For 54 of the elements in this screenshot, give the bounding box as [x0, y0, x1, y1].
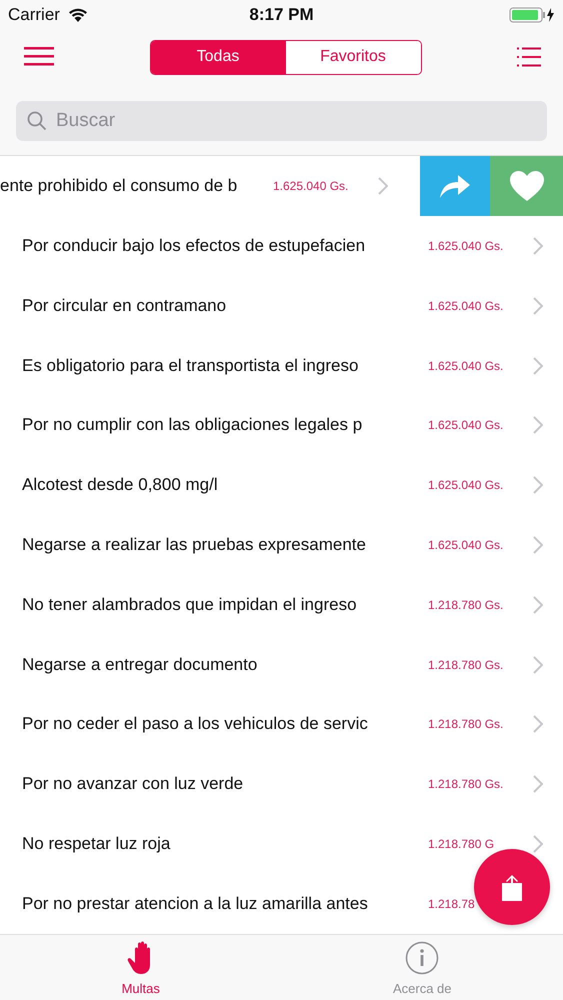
- chevron-icon: [533, 775, 543, 794]
- fine-amount: 1.218.780 G: [428, 836, 496, 851]
- fine-amount: 1.625.040 Gs.: [428, 418, 504, 432]
- segment-tab[interactable]: Todas: [150, 40, 286, 74]
- fine-title: Es obligatorio para el transportista el ingreso: [22, 356, 360, 376]
- chevron-icon: [378, 177, 388, 196]
- fine-title: Por no cumplir con las obligaciones legales p: [22, 415, 364, 436]
- chevron-icon: [533, 596, 543, 614]
- fine-title: No tener alambrados que impidan el ingreso: [22, 594, 358, 615]
- heart-icon: [508, 170, 544, 202]
- segment-tab[interactable]: Favoritos: [286, 40, 420, 74]
- fine-amount: 1.625.040 Gs.: [428, 478, 504, 492]
- fine-title: Por conducir bajo los efectos de estupefacien: [22, 236, 366, 256]
- about-tab[interactable]: Acerca de: [282, 934, 563, 1000]
- fine-title: No respetar luz roja: [22, 834, 172, 854]
- battery-icon: [509, 6, 555, 23]
- chevron-icon: [533, 715, 543, 734]
- fine-title: Por circular en contramano: [22, 296, 228, 316]
- fine-amount: 1.625.040 Gs.: [428, 538, 504, 552]
- fine-amount: 1.218.780 Gs.: [428, 658, 504, 672]
- status-time: 8:17 PM: [249, 4, 314, 25]
- fine-title: Por no prestar atencion a la luz amarilla antes: [22, 894, 369, 914]
- fine-amount: 1.625.040 Gs.: [273, 179, 350, 194]
- fine-amount: 1.625.040 Gs.: [428, 358, 504, 373]
- fine-title: ente prohibido el consumo de b: [0, 176, 238, 196]
- share-arrow-icon: [439, 173, 471, 200]
- chevron-icon: [533, 536, 543, 554]
- fine-amount: 1.218.780 Gs.: [428, 777, 504, 792]
- favorite-button[interactable]: [490, 156, 563, 216]
- fine-title: Alcotest desde 0,800 mg/l: [22, 475, 219, 496]
- share-button[interactable]: [420, 156, 490, 216]
- chevron-icon: [533, 834, 543, 853]
- fine-title: Por no avanzar con luz verde: [22, 774, 244, 794]
- fine-amount: 1.218.780 Gs.: [428, 717, 504, 732]
- list-icon[interactable]: [517, 47, 541, 68]
- fines-tab[interactable]: Multas: [0, 934, 282, 1000]
- fine-amount: 1.625.040 Gs.: [428, 298, 504, 313]
- fine-amount: 1.218.780 Gs.: [428, 598, 504, 612]
- carrier-name: Carrier: [8, 4, 60, 25]
- menu-icon[interactable]: [24, 47, 54, 68]
- fine-title: Negarse a entregar documento: [22, 654, 258, 674]
- info-icon: [405, 941, 440, 975]
- chevron-icon: [533, 416, 543, 434]
- chevron-icon: [533, 236, 543, 255]
- fine-amount: 1.218.78: [428, 896, 476, 911]
- chevron-icon: [533, 656, 543, 674]
- chevron-icon: [533, 356, 543, 375]
- chevron-icon: [533, 476, 543, 494]
- wifi-icon: [68, 8, 88, 22]
- search-field[interactable]: Buscar: [16, 101, 547, 142]
- fine-title: Negarse a realizar las pruebas expresamente: [22, 534, 367, 555]
- fine-title: Por no ceder el paso a los vehiculos de servic: [22, 714, 369, 734]
- chevron-icon: [533, 296, 543, 315]
- fine-amount: 1.625.040 Gs.: [428, 238, 504, 253]
